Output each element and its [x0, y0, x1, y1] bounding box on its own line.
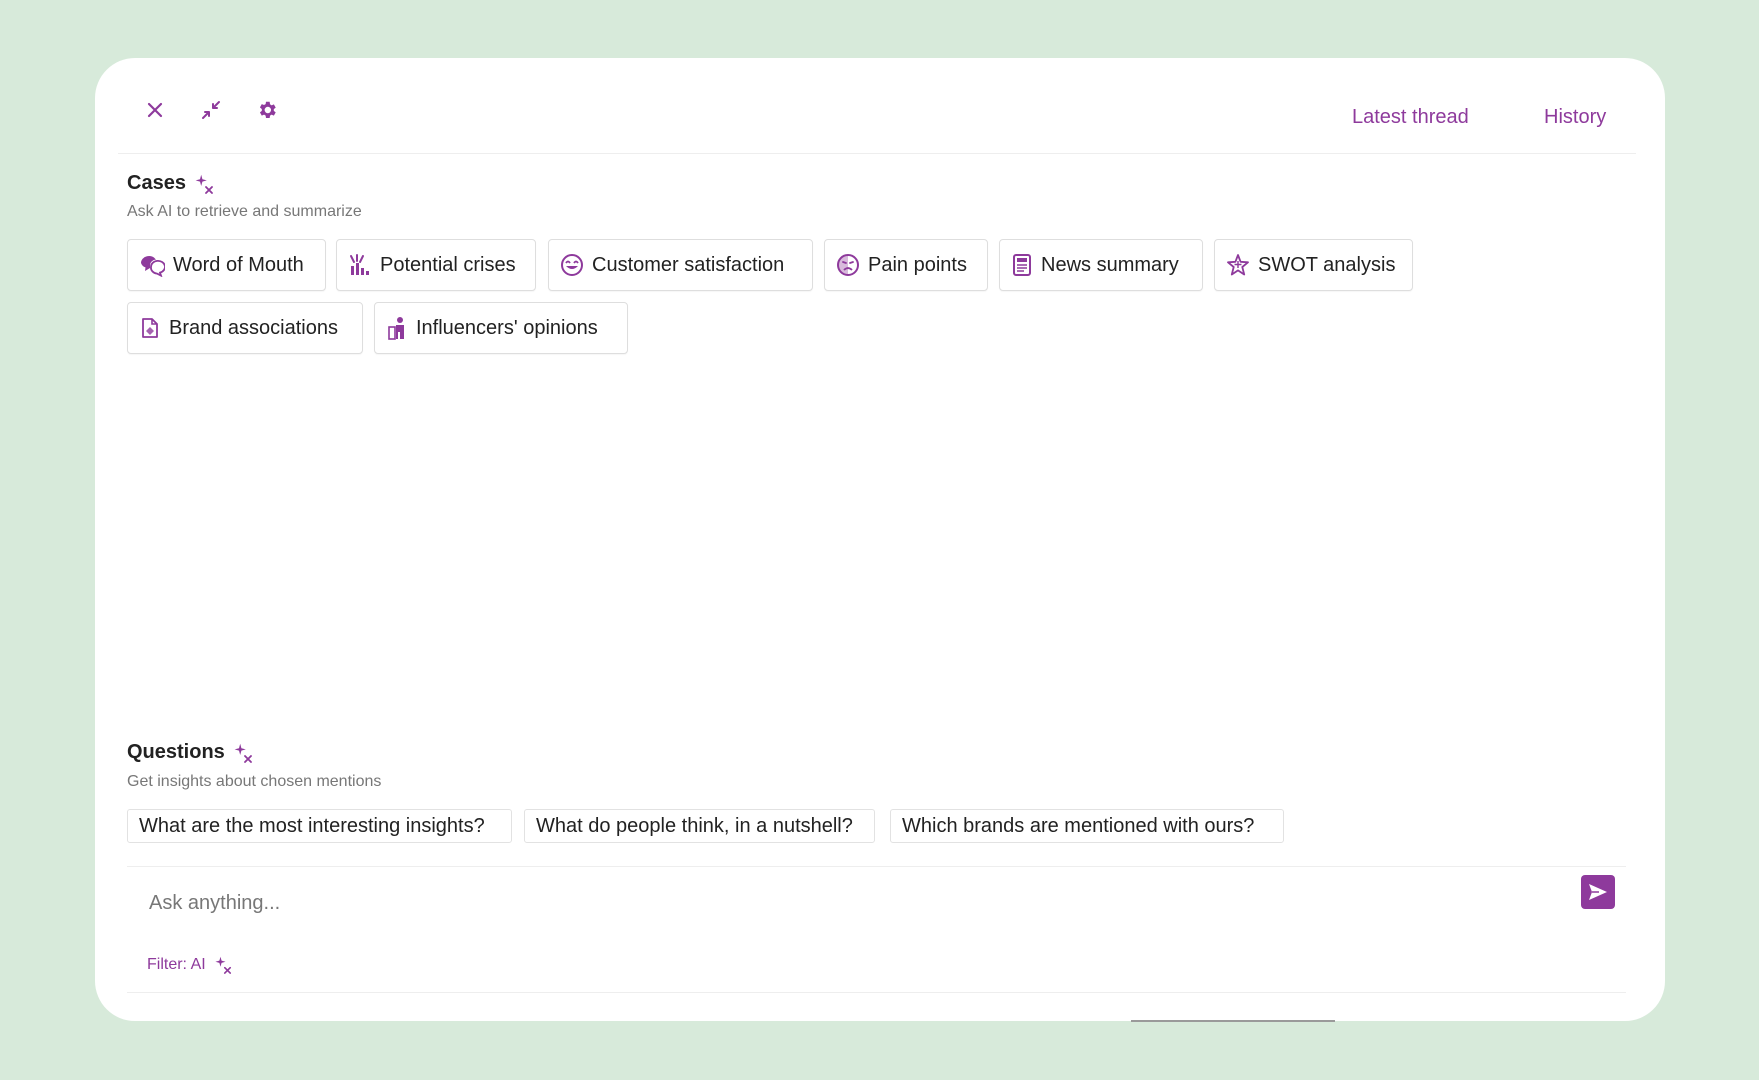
case-chip-label: Potential crises [380, 253, 516, 276]
star-swot-icon [1227, 254, 1249, 276]
latest-thread-link[interactable]: Latest thread [1352, 106, 1469, 129]
ai-assistant-panel: Latest thread History Cases Ask AI to re… [95, 58, 1665, 1022]
filter-label: Filter: AI [147, 956, 206, 973]
question-chip-nutshell[interactable]: What do people think, in a nutshell? [524, 809, 875, 843]
case-chip-brand-associations[interactable]: Brand associations [127, 302, 363, 354]
case-chip-news-summary[interactable]: News summary [999, 239, 1203, 291]
case-chip-pain-points[interactable]: Pain points [824, 239, 988, 291]
ai-sparkle-icon [195, 174, 213, 194]
case-chip-potential-crises[interactable]: Potential crises [336, 239, 536, 291]
influencer-person-icon [388, 317, 404, 340]
send-button[interactable] [1581, 875, 1615, 909]
ai-sparkle-icon [234, 743, 252, 763]
top-bar: Latest thread History [118, 58, 1636, 154]
question-chip-brands-mentioned[interactable]: Which brands are mentioned with ours? [890, 809, 1284, 843]
minimize-icon[interactable] [197, 96, 225, 124]
case-chip-label: Customer satisfaction [592, 253, 785, 276]
questions-title-text: Questions [127, 741, 225, 763]
scroll-indicator [1131, 1020, 1335, 1022]
tag-document-icon [142, 318, 158, 338]
send-arrow-icon [1589, 884, 1607, 900]
case-chip-influencers-opinions[interactable]: Influencers' opinions [374, 302, 628, 354]
sad-face-icon [837, 254, 859, 276]
case-chip-label: Pain points [868, 253, 967, 276]
questions-title: Questions [127, 741, 253, 764]
case-chip-word-of-mouth[interactable]: Word of Mouth [127, 239, 326, 291]
message-composer: Filter: AI [127, 866, 1626, 993]
case-chip-label: Influencers' opinions [416, 316, 598, 339]
case-chip-label: Brand associations [169, 316, 338, 339]
case-chip-label: SWOT analysis [1258, 253, 1396, 276]
close-icon[interactable] [141, 96, 169, 124]
smile-face-icon [561, 254, 583, 276]
cases-title-text: Cases [127, 172, 186, 194]
question-chip-interesting-insights[interactable]: What are the most interesting insights? [127, 809, 512, 843]
crisis-chart-icon [350, 254, 369, 275]
case-chip-label: Word of Mouth [173, 253, 304, 276]
newspaper-icon [1013, 254, 1031, 276]
ask-anything-input[interactable] [149, 887, 1449, 919]
history-link[interactable]: History [1544, 106, 1606, 129]
speech-bubbles-icon [140, 255, 165, 277]
gear-icon[interactable] [253, 96, 281, 124]
ai-sparkle-icon [215, 956, 231, 974]
filter-ai-toggle[interactable]: Filter: AI [147, 956, 232, 974]
cases-title: Cases [127, 172, 214, 195]
questions-subtitle: Get insights about chosen mentions [127, 773, 382, 790]
case-chip-swot-analysis[interactable]: SWOT analysis [1214, 239, 1413, 291]
case-chip-label: News summary [1041, 253, 1179, 276]
cases-subtitle: Ask AI to retrieve and summarize [127, 203, 362, 220]
case-chip-customer-satisfaction[interactable]: Customer satisfaction [548, 239, 813, 291]
